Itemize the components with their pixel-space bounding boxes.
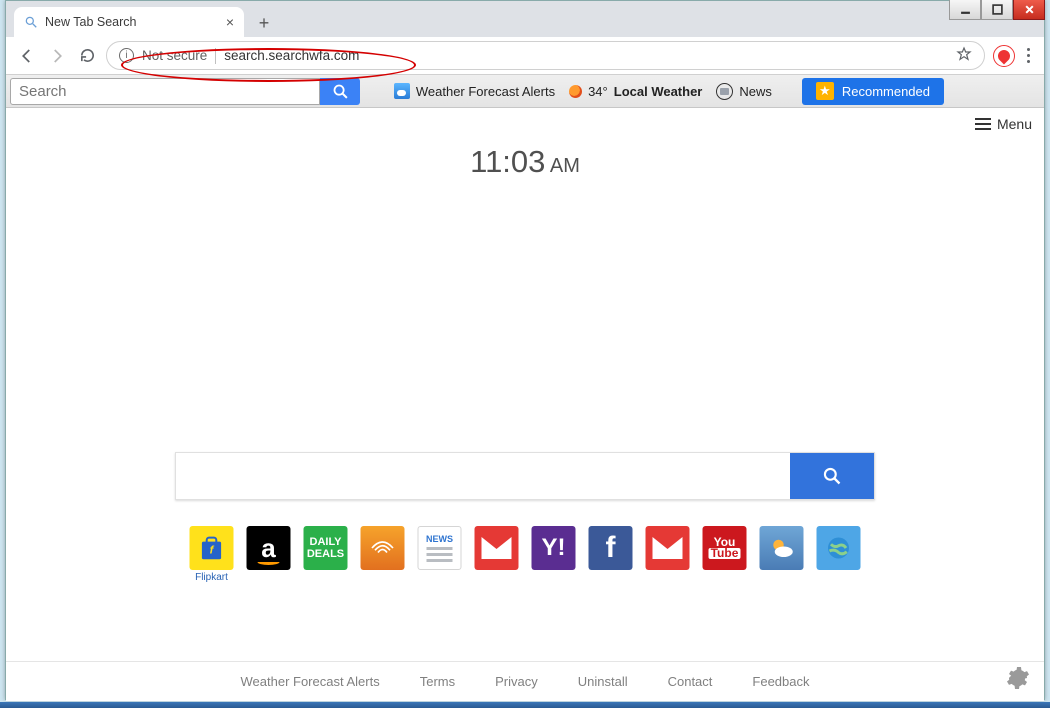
footer-link[interactable]: Contact	[668, 674, 713, 689]
tile-daily-deals[interactable]: DAILY DEALS	[304, 526, 348, 570]
tile-flipkart[interactable]: f Flipkart	[190, 526, 234, 570]
address-bar-row: i Not secure search.searchwfa.com	[6, 37, 1044, 75]
window-controls	[949, 0, 1045, 20]
address-bar[interactable]: i Not secure search.searchwfa.com	[106, 41, 985, 70]
tile-gmail-1[interactable]	[475, 526, 519, 570]
footer-link[interactable]: Weather Forecast Alerts	[241, 674, 380, 689]
clock: 11:03 AM	[6, 144, 1044, 180]
tab-close-icon[interactable]: ×	[226, 14, 234, 30]
browser-tab[interactable]: New Tab Search ×	[14, 7, 244, 37]
footer-link[interactable]: Uninstall	[578, 674, 628, 689]
tile-audible[interactable]	[361, 526, 405, 570]
sun-icon	[569, 85, 582, 98]
taskbar	[0, 702, 1050, 708]
news-icon	[716, 83, 733, 100]
maximize-button[interactable]	[981, 0, 1013, 20]
tile-browser[interactable]	[817, 526, 861, 570]
news-link[interactable]: News	[716, 83, 772, 100]
forward-button[interactable]	[46, 45, 68, 67]
not-secure-label: Not secure	[142, 48, 207, 63]
clock-ampm: AM	[545, 155, 579, 177]
tab-strip: New Tab Search × +	[6, 1, 1044, 37]
bookmark-star-icon[interactable]	[956, 46, 972, 65]
weather-icon	[394, 83, 410, 99]
footer-link[interactable]: Privacy	[495, 674, 538, 689]
tile-label: Flipkart	[195, 572, 228, 583]
browser-window: New Tab Search × + i Not secure search.s…	[5, 0, 1045, 700]
info-icon[interactable]: i	[119, 48, 134, 63]
toolbar-search-button[interactable]	[320, 78, 360, 105]
recommended-button[interactable]: ★ Recommended	[802, 78, 944, 105]
footer-link[interactable]: Feedback	[752, 674, 809, 689]
back-button[interactable]	[16, 45, 38, 67]
url-text: search.searchwfa.com	[224, 48, 359, 63]
tile-gmail-2[interactable]	[646, 526, 690, 570]
footer: Weather Forecast Alerts Terms Privacy Un…	[6, 661, 1044, 701]
tile-news[interactable]: NEWS	[418, 526, 462, 570]
settings-gear-icon[interactable]	[1006, 666, 1030, 693]
menu-button[interactable]: Menu	[975, 116, 1032, 132]
tab-title: New Tab Search	[45, 15, 137, 29]
wfa-link[interactable]: Weather Forecast Alerts	[394, 83, 555, 99]
extension-icon[interactable]	[993, 45, 1015, 67]
close-button[interactable]	[1013, 0, 1045, 20]
minimize-button[interactable]	[949, 0, 981, 20]
main-search-button[interactable]	[790, 453, 874, 499]
star-icon: ★	[816, 82, 834, 100]
clock-time: 11:03	[470, 144, 545, 179]
browser-menu-button[interactable]	[1023, 44, 1034, 67]
hamburger-icon	[975, 118, 991, 130]
tile-weather[interactable]	[760, 526, 804, 570]
page-content: Menu 11:03 AM f Flipkart a DAILY DEALS N…	[6, 108, 1044, 701]
main-search-input[interactable]	[176, 453, 790, 499]
reload-button[interactable]	[76, 45, 98, 67]
quick-links-row: f Flipkart a DAILY DEALS NEWS Y! f YouTu…	[190, 526, 861, 570]
tile-facebook[interactable]: f	[589, 526, 633, 570]
local-weather-link[interactable]: 34° Local Weather	[569, 84, 702, 99]
tile-youtube[interactable]: YouTube	[703, 526, 747, 570]
toolbar-search	[10, 78, 360, 105]
tile-yahoo[interactable]: Y!	[532, 526, 576, 570]
toolbar-search-input[interactable]	[10, 78, 320, 105]
new-tab-button[interactable]: +	[250, 9, 278, 37]
tile-amazon[interactable]: a	[247, 526, 291, 570]
footer-link[interactable]: Terms	[420, 674, 455, 689]
search-icon	[24, 15, 38, 29]
page-toolbar: Weather Forecast Alerts 34° Local Weathe…	[6, 75, 1044, 108]
main-search	[175, 452, 875, 500]
